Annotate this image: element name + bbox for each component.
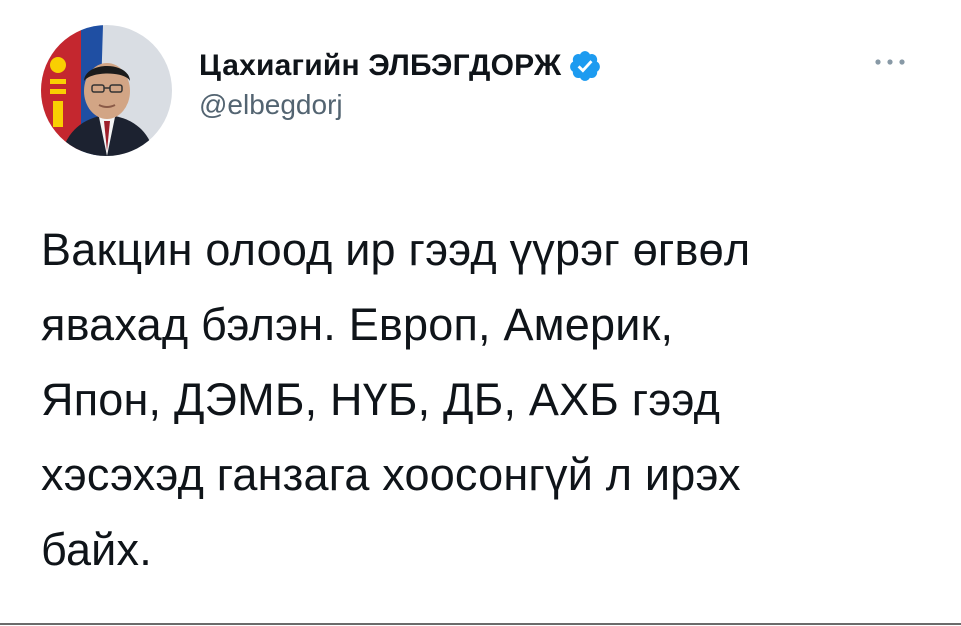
author-info[interactable]: Цахиагийн ЭЛБЭГДОРЖ @elbegdorj xyxy=(199,46,602,121)
divider xyxy=(0,623,961,625)
tweet-text-line: хэсэхэд ганзага хоосонгүй л ирэх xyxy=(41,449,741,500)
verified-badge-icon xyxy=(568,49,602,83)
tweet-text-line: явахад бэлэн. Европ, Америк, xyxy=(41,299,674,350)
author-name-row: Цахиагийн ЭЛБЭГДОРЖ xyxy=(199,46,602,86)
tweet-text-line: байх. xyxy=(41,524,152,575)
avatar-image xyxy=(41,25,172,156)
tweet-text-line: Япон, ДЭМБ, НҮБ, ДБ, АХБ гээд xyxy=(41,374,721,425)
tweet-card: Цахиагийн ЭЛБЭГДОРЖ @elbegdorj Вакцин ол… xyxy=(0,0,961,626)
author-handle[interactable]: @elbegdorj xyxy=(199,89,602,121)
tweet-text: Вакцин олоод ир гээд үүрэг өгвөл явахад … xyxy=(41,212,921,587)
author-avatar[interactable] xyxy=(41,25,172,156)
more-options-icon[interactable] xyxy=(870,50,910,74)
tweet-text-line: Вакцин олоод ир гээд үүрэг өгвөл xyxy=(41,224,751,275)
author-display-name[interactable]: Цахиагийн ЭЛБЭГДОРЖ xyxy=(199,49,561,83)
